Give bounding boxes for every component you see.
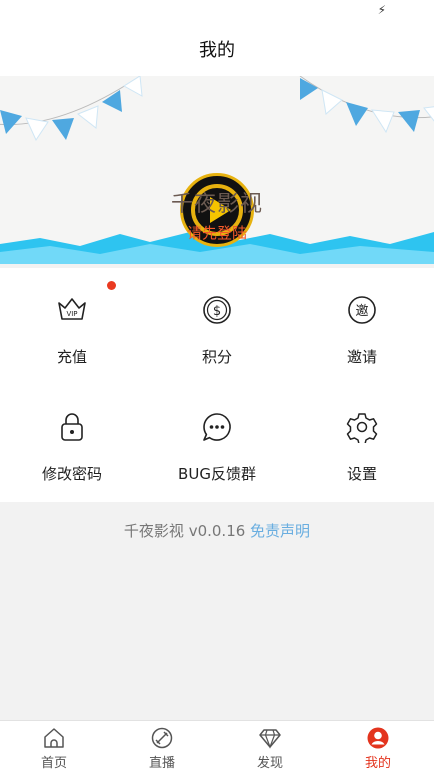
version-info: 千夜影视 v0.0.16 免责声明 [0,520,434,541]
page-title: 我的 [199,40,235,61]
svg-text:邀: 邀 [355,304,368,319]
home-icon [44,728,64,748]
settings-button[interactable]: 设置 [290,385,434,502]
live-icon [151,727,173,749]
lock-icon [61,413,83,441]
bug-feedback-button[interactable]: BUG反馈群 [145,385,289,502]
chat-bubble-icon [203,413,231,441]
notification-dot [107,281,116,290]
nav-item-discover[interactable]: 发现 [216,721,324,773]
version-text: 千夜影视 v0.0.16 [123,522,251,540]
bug-feedback-label: BUG反馈群 [178,465,256,483]
nav-item-live[interactable]: 直播 [108,721,216,773]
nav-label-discover: 发现 [256,756,283,771]
header: 我的 [0,24,434,76]
nav-label-home: 首页 [40,756,67,771]
nav-label-profile: 我的 [364,756,391,771]
points-button[interactable]: $ 积分 [145,268,289,385]
nav-item-home[interactable]: 首页 [0,721,108,773]
gear-icon [346,413,378,443]
charging-icon: ⚡ [377,3,386,17]
vip-crown-icon: VIP [58,298,86,320]
invite-icon: 邀 [348,296,376,324]
app-name: 千夜影视 [170,192,263,217]
profile-page: ⚡ 我的 千夜影视 请先登陆 VIP 充值 $ 积分 邀 邀请 修改密码 BUG… [0,0,434,773]
settings-label: 设置 [346,465,377,483]
coin-icon: $ [203,296,231,324]
feature-grid: VIP 充值 $ 积分 邀 邀请 修改密码 BUG反馈群 设置 [0,268,434,502]
bottom-nav: 首页 直播 发现 我的 [0,720,434,773]
invite-label: 邀请 [346,348,377,366]
diamond-icon [259,729,281,749]
svg-text:$: $ [213,304,221,319]
disclaimer-link[interactable]: 免责声明 [250,522,310,540]
change-password-button[interactable]: 修改密码 [0,385,144,502]
recharge-button[interactable]: VIP 充值 [0,268,144,385]
nav-item-profile[interactable]: 我的 [324,721,432,773]
change-password-label: 修改密码 [41,465,102,483]
recharge-label: 充值 [56,348,87,366]
login-prompt-link[interactable]: 请先登陆 [0,222,434,243]
points-label: 积分 [201,348,232,366]
invite-button[interactable]: 邀 邀请 [290,268,434,385]
nav-label-live: 直播 [148,756,175,771]
status-bar: ⚡ [0,0,434,24]
profile-icon [367,727,389,749]
svg-text:VIP: VIP [66,310,77,318]
